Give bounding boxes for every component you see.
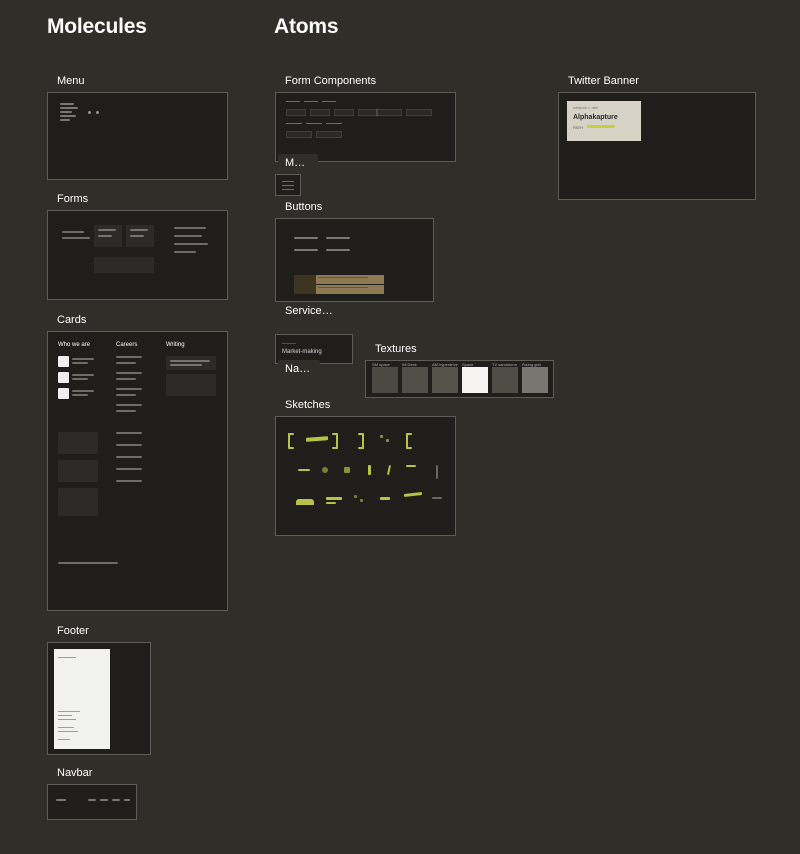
twitter-sub: network × defi [573, 105, 598, 110]
sketch-glyph-dim [436, 465, 438, 479]
nav-link-2 [100, 799, 108, 801]
molecules-forms-label[interactable]: Forms [50, 190, 95, 208]
atoms-form-components-frame[interactable] [275, 92, 456, 162]
footer-paper [54, 649, 110, 749]
cards-avatar-3 [58, 388, 69, 399]
molecules-cards-label[interactable]: Cards [50, 311, 93, 329]
cards-avatar-2 [58, 372, 69, 383]
sketch-glyph [354, 495, 357, 498]
molecules-navbar-label[interactable]: Navbar [50, 764, 99, 782]
sketch-glyph [296, 499, 314, 505]
sketch-glyph [380, 435, 383, 438]
atoms-heading: Atoms [274, 15, 338, 39]
cards-col-1: Who we are [58, 342, 90, 348]
nav-link-4 [124, 799, 130, 801]
menu-dot-2 [96, 111, 99, 114]
nav-brand [56, 799, 66, 801]
twitter-banner-frame[interactable]: network × defi Alphakapture PATH [558, 92, 756, 200]
twitter-card: network × defi Alphakapture PATH [567, 101, 641, 141]
molecules-cards-frame[interactable]: Who we are Careers Writing [47, 331, 228, 611]
texture-swatch [522, 367, 548, 393]
atoms-form-components-label[interactable]: Form Components [278, 72, 383, 90]
sketch-glyph [298, 469, 310, 471]
molecules-forms-frame[interactable] [47, 210, 228, 300]
sketch-glyph [322, 467, 328, 473]
sketch-glyph [344, 467, 350, 473]
texture-swatch [372, 367, 398, 393]
button-preview-3 [294, 249, 318, 251]
button-preview-4 [326, 249, 350, 251]
atoms-sketches-frame[interactable] [275, 416, 456, 536]
molecules-navbar-frame[interactable] [47, 784, 137, 820]
texture-swatch [432, 367, 458, 393]
navbar-line-text: Market-making [282, 349, 322, 355]
sketch-glyph [386, 439, 389, 442]
twitter-accent-bar [587, 125, 615, 128]
sketch-glyph [326, 497, 342, 500]
cards-avatar-1 [58, 356, 69, 367]
atoms-navbar-label[interactable]: Navb… [278, 360, 320, 378]
atoms-menu-frame[interactable] [275, 174, 301, 196]
twitter-title: Alphakapture [573, 114, 618, 121]
texture-swatch [402, 367, 428, 393]
sketch-glyph [306, 436, 328, 442]
sketch-glyph [368, 465, 371, 475]
texture-swatch [462, 367, 488, 393]
molecules-menu-frame[interactable] [47, 92, 228, 180]
menu-dot-1 [88, 111, 91, 114]
atoms-service-label[interactable]: Service R… [278, 302, 340, 320]
sketch-glyph [404, 492, 422, 497]
atoms-buttons-frame[interactable] [275, 218, 434, 302]
molecules-heading: Molecules [47, 15, 147, 39]
atoms-sketches-label[interactable]: Sketches [278, 396, 337, 414]
sketch-glyph [406, 465, 416, 467]
button-preview-1 [294, 237, 318, 239]
sketch-glyph [380, 497, 390, 500]
svc-dark [294, 275, 316, 294]
cards-col-2: Careers [116, 342, 137, 348]
forms-preview [54, 217, 221, 293]
molecules-footer-label[interactable]: Footer [50, 622, 96, 640]
atoms-textures-frame[interactable]: SM spaceIM DeckAM hyperdriveSpaceTV sand… [365, 360, 554, 398]
molecules-menu-label[interactable]: Menu [50, 72, 92, 90]
atoms-textures-label[interactable]: Textures [368, 340, 424, 358]
nav-link-1 [88, 799, 96, 801]
sketch-glyph [387, 465, 391, 475]
menu-preview-lines [60, 103, 78, 121]
atoms-buttons-label[interactable]: Buttons [278, 198, 329, 216]
cards-col-3: Writing [166, 342, 185, 348]
button-preview-2 [326, 237, 350, 239]
texture-swatch [492, 367, 518, 393]
twitter-banner-label[interactable]: Twitter Banner [561, 72, 646, 90]
atoms-menu-label[interactable]: Men… [278, 154, 318, 172]
twitter-path-label: PATH [573, 125, 583, 130]
nav-link-3 [112, 799, 120, 801]
navbar-line-accent: ──── [282, 341, 296, 347]
molecules-footer-frame[interactable] [47, 642, 151, 755]
sketch-glyph-dim [432, 497, 442, 499]
